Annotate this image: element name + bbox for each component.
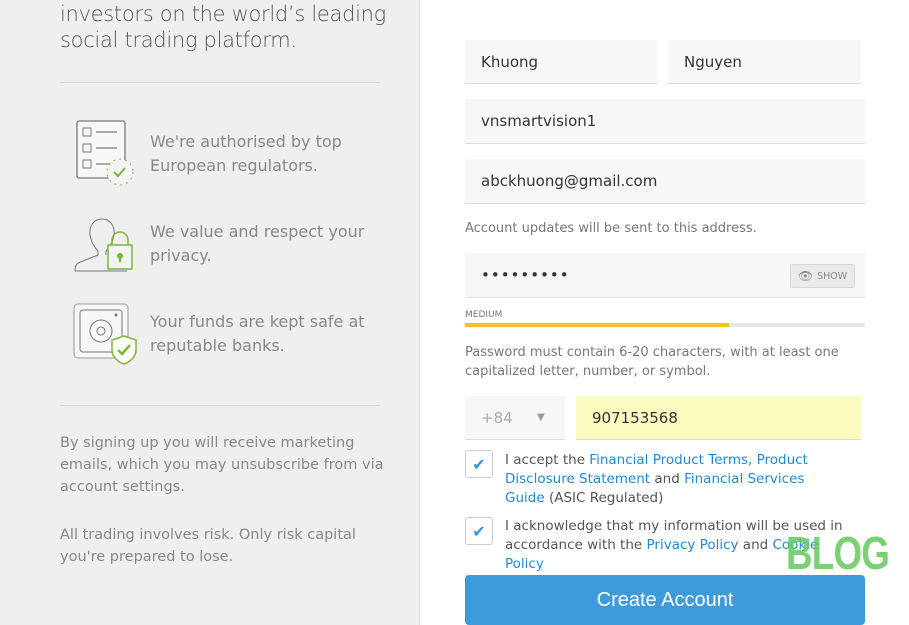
- feature-privacy-text: We value and respect your privacy.: [150, 222, 365, 265]
- create-account-button[interactable]: Create Account: [465, 575, 865, 625]
- blog-watermark: BLOG: [786, 527, 890, 579]
- feature-funds-text: Your funds are kept safe at reputable ba…: [150, 312, 365, 355]
- phone-input[interactable]: 907153568: [576, 396, 861, 440]
- terms-text: I accept the Financial Product Terms, Pr…: [505, 451, 845, 508]
- headline-line-1: investors on the world’s leading: [60, 2, 386, 26]
- email-note: Account updates will be sent to this add…: [465, 221, 757, 236]
- password-value: •••••••••: [481, 266, 570, 284]
- show-password-button[interactable]: 👁 SHOW: [790, 264, 855, 288]
- eye-icon: 👁: [797, 269, 814, 283]
- last-name-input[interactable]: Nguyen: [668, 40, 861, 84]
- terms-checkbox[interactable]: ✔: [465, 450, 493, 478]
- chevron-down-icon: ▼: [537, 412, 545, 423]
- check-icon: ✔: [472, 521, 486, 541]
- show-label: SHOW: [817, 270, 848, 282]
- privacy-and: and: [738, 537, 773, 553]
- divider: [60, 405, 380, 406]
- headline-line-2: social trading platform.: [60, 28, 297, 52]
- privacy-policy-link[interactable]: Privacy Policy: [647, 537, 739, 553]
- password-strength-label: MEDIUM: [465, 310, 503, 320]
- check-icon: ✔: [472, 454, 486, 474]
- terms-prefix: I accept the: [505, 452, 590, 468]
- first-name-input[interactable]: Khuong: [465, 40, 657, 84]
- country-code-value: +84: [481, 408, 513, 427]
- marketing-note: By signing up you will receive marketing…: [60, 435, 384, 495]
- privacy-checkbox[interactable]: ✔: [465, 517, 493, 545]
- country-code-select[interactable]: +84 ▼: [465, 396, 565, 440]
- username-input[interactable]: vnsmartvision1: [465, 99, 865, 144]
- info-panel: investors on the world’s leading social …: [0, 0, 420, 625]
- password-strength-fill: [465, 323, 729, 327]
- password-help: Password must contain 6-20 characters, w…: [465, 345, 839, 379]
- risk-note: All trading involves risk. Only risk cap…: [60, 527, 356, 565]
- terms-and: and: [650, 471, 685, 487]
- password-strength-bar: [465, 323, 865, 327]
- email-input[interactable]: abckhuong@gmail.com: [465, 159, 865, 204]
- feature-regulation-text: We're authorised by top European regulat…: [150, 132, 342, 175]
- user-lock-icon: [74, 218, 133, 272]
- terms-suffix: (ASIC Regulated): [544, 490, 664, 506]
- divider: [60, 82, 380, 83]
- safe-shield-icon: [73, 303, 137, 365]
- regulation-checklist-icon: [76, 120, 134, 186]
